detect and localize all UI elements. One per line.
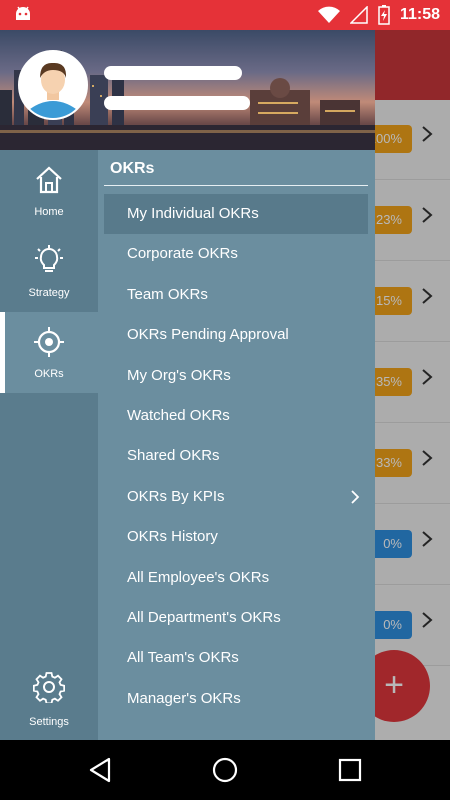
wifi-icon (317, 6, 340, 23)
menu-item-okrs-history[interactable]: OKRs History (104, 517, 368, 557)
divider (104, 185, 368, 186)
menu-item-okrs-by-kpis[interactable]: OKRs By KPIs (104, 477, 368, 517)
rail-item-strategy[interactable]: Strategy (0, 231, 98, 312)
navigation-drawer: Home Strategy OKRs Settings OKRs My Indi… (0, 30, 375, 740)
menu-item-shared-okrs[interactable]: Shared OKRs (104, 436, 368, 476)
menu-item-label: Manager's OKRs (127, 689, 241, 707)
rail-label-strategy: Strategy (28, 287, 70, 299)
system-nav-bar (0, 740, 450, 800)
menu-item-label: Watched OKRs (127, 407, 230, 424)
gear-icon (33, 672, 65, 703)
menu-item-label: Team OKRs (127, 285, 208, 303)
user-email-redacted (104, 96, 250, 110)
chevron-right-icon (351, 490, 360, 504)
battery-charging-icon (378, 5, 390, 25)
status-bar: 11:58 (0, 0, 450, 30)
menu-item-label: OKRs Pending Approval (127, 326, 289, 344)
menu-item-all-employee-s-okrs[interactable]: All Employee's OKRs (104, 558, 368, 598)
rail-item-okrs[interactable]: OKRs (0, 312, 98, 393)
submenu-title: OKRs (110, 160, 155, 177)
rail-label-settings: Settings (29, 716, 69, 728)
menu-item-label: Shared OKRs (127, 447, 220, 465)
menu-item-all-department-s-okrs[interactable]: All Department's OKRs (104, 598, 368, 638)
lightbulb-icon (35, 245, 63, 272)
menu-item-my-individual-okrs[interactable]: My Individual OKRs (104, 194, 368, 234)
menu-item-watched-okrs[interactable]: Watched OKRs (104, 396, 368, 436)
rail-item-settings[interactable]: Settings (0, 659, 98, 740)
back-icon[interactable] (85, 755, 115, 785)
drawer-header (0, 30, 375, 150)
rail-label-okrs: OKRs (34, 368, 64, 380)
menu-item-label: All Department's OKRs (127, 609, 281, 626)
menu-item-manager-s-okrs[interactable]: Manager's OKRs (104, 679, 368, 719)
menu-item-label: My Org's OKRs (127, 366, 231, 384)
home-circle-icon[interactable] (210, 755, 240, 785)
menu-item-my-org-s-okrs[interactable]: My Org's OKRs (104, 356, 368, 396)
menu-item-okrs-pending-approval[interactable]: OKRs Pending Approval (104, 315, 368, 355)
recents-icon[interactable] (335, 755, 365, 785)
home-icon (36, 166, 62, 194)
menu-item-team-okrs[interactable]: Team OKRs (104, 275, 368, 315)
menu-item-label: Corporate OKRs (127, 245, 238, 263)
menu-item-corporate-okrs[interactable]: Corporate OKRs (104, 234, 368, 274)
status-time: 11:58 (399, 6, 440, 23)
rail-item-home[interactable]: Home (0, 150, 98, 231)
okrs-submenu: OKRs My Individual OKRs Corporate OKRs Tea… (98, 150, 375, 740)
android-icon (16, 6, 30, 20)
rail-label-home: Home (34, 206, 64, 218)
nav-rail: Home Strategy OKRs Settings (0, 150, 98, 740)
menu-item-label: My Individual OKRs (127, 205, 259, 222)
target-icon (34, 327, 64, 357)
menu-item-label: OKRs By KPIs (127, 487, 225, 505)
menu-item-label: OKRs History (127, 528, 218, 546)
user-avatar[interactable] (18, 50, 88, 120)
menu-item-all-team-s-okrs[interactable]: All Team's OKRs (104, 638, 368, 678)
signal-icon (349, 6, 368, 24)
menu-item-label: All Employee's OKRs (127, 568, 270, 586)
menu-item-label: All Team's OKRs (127, 649, 239, 667)
user-name-redacted (104, 66, 242, 80)
active-indicator (0, 312, 5, 393)
